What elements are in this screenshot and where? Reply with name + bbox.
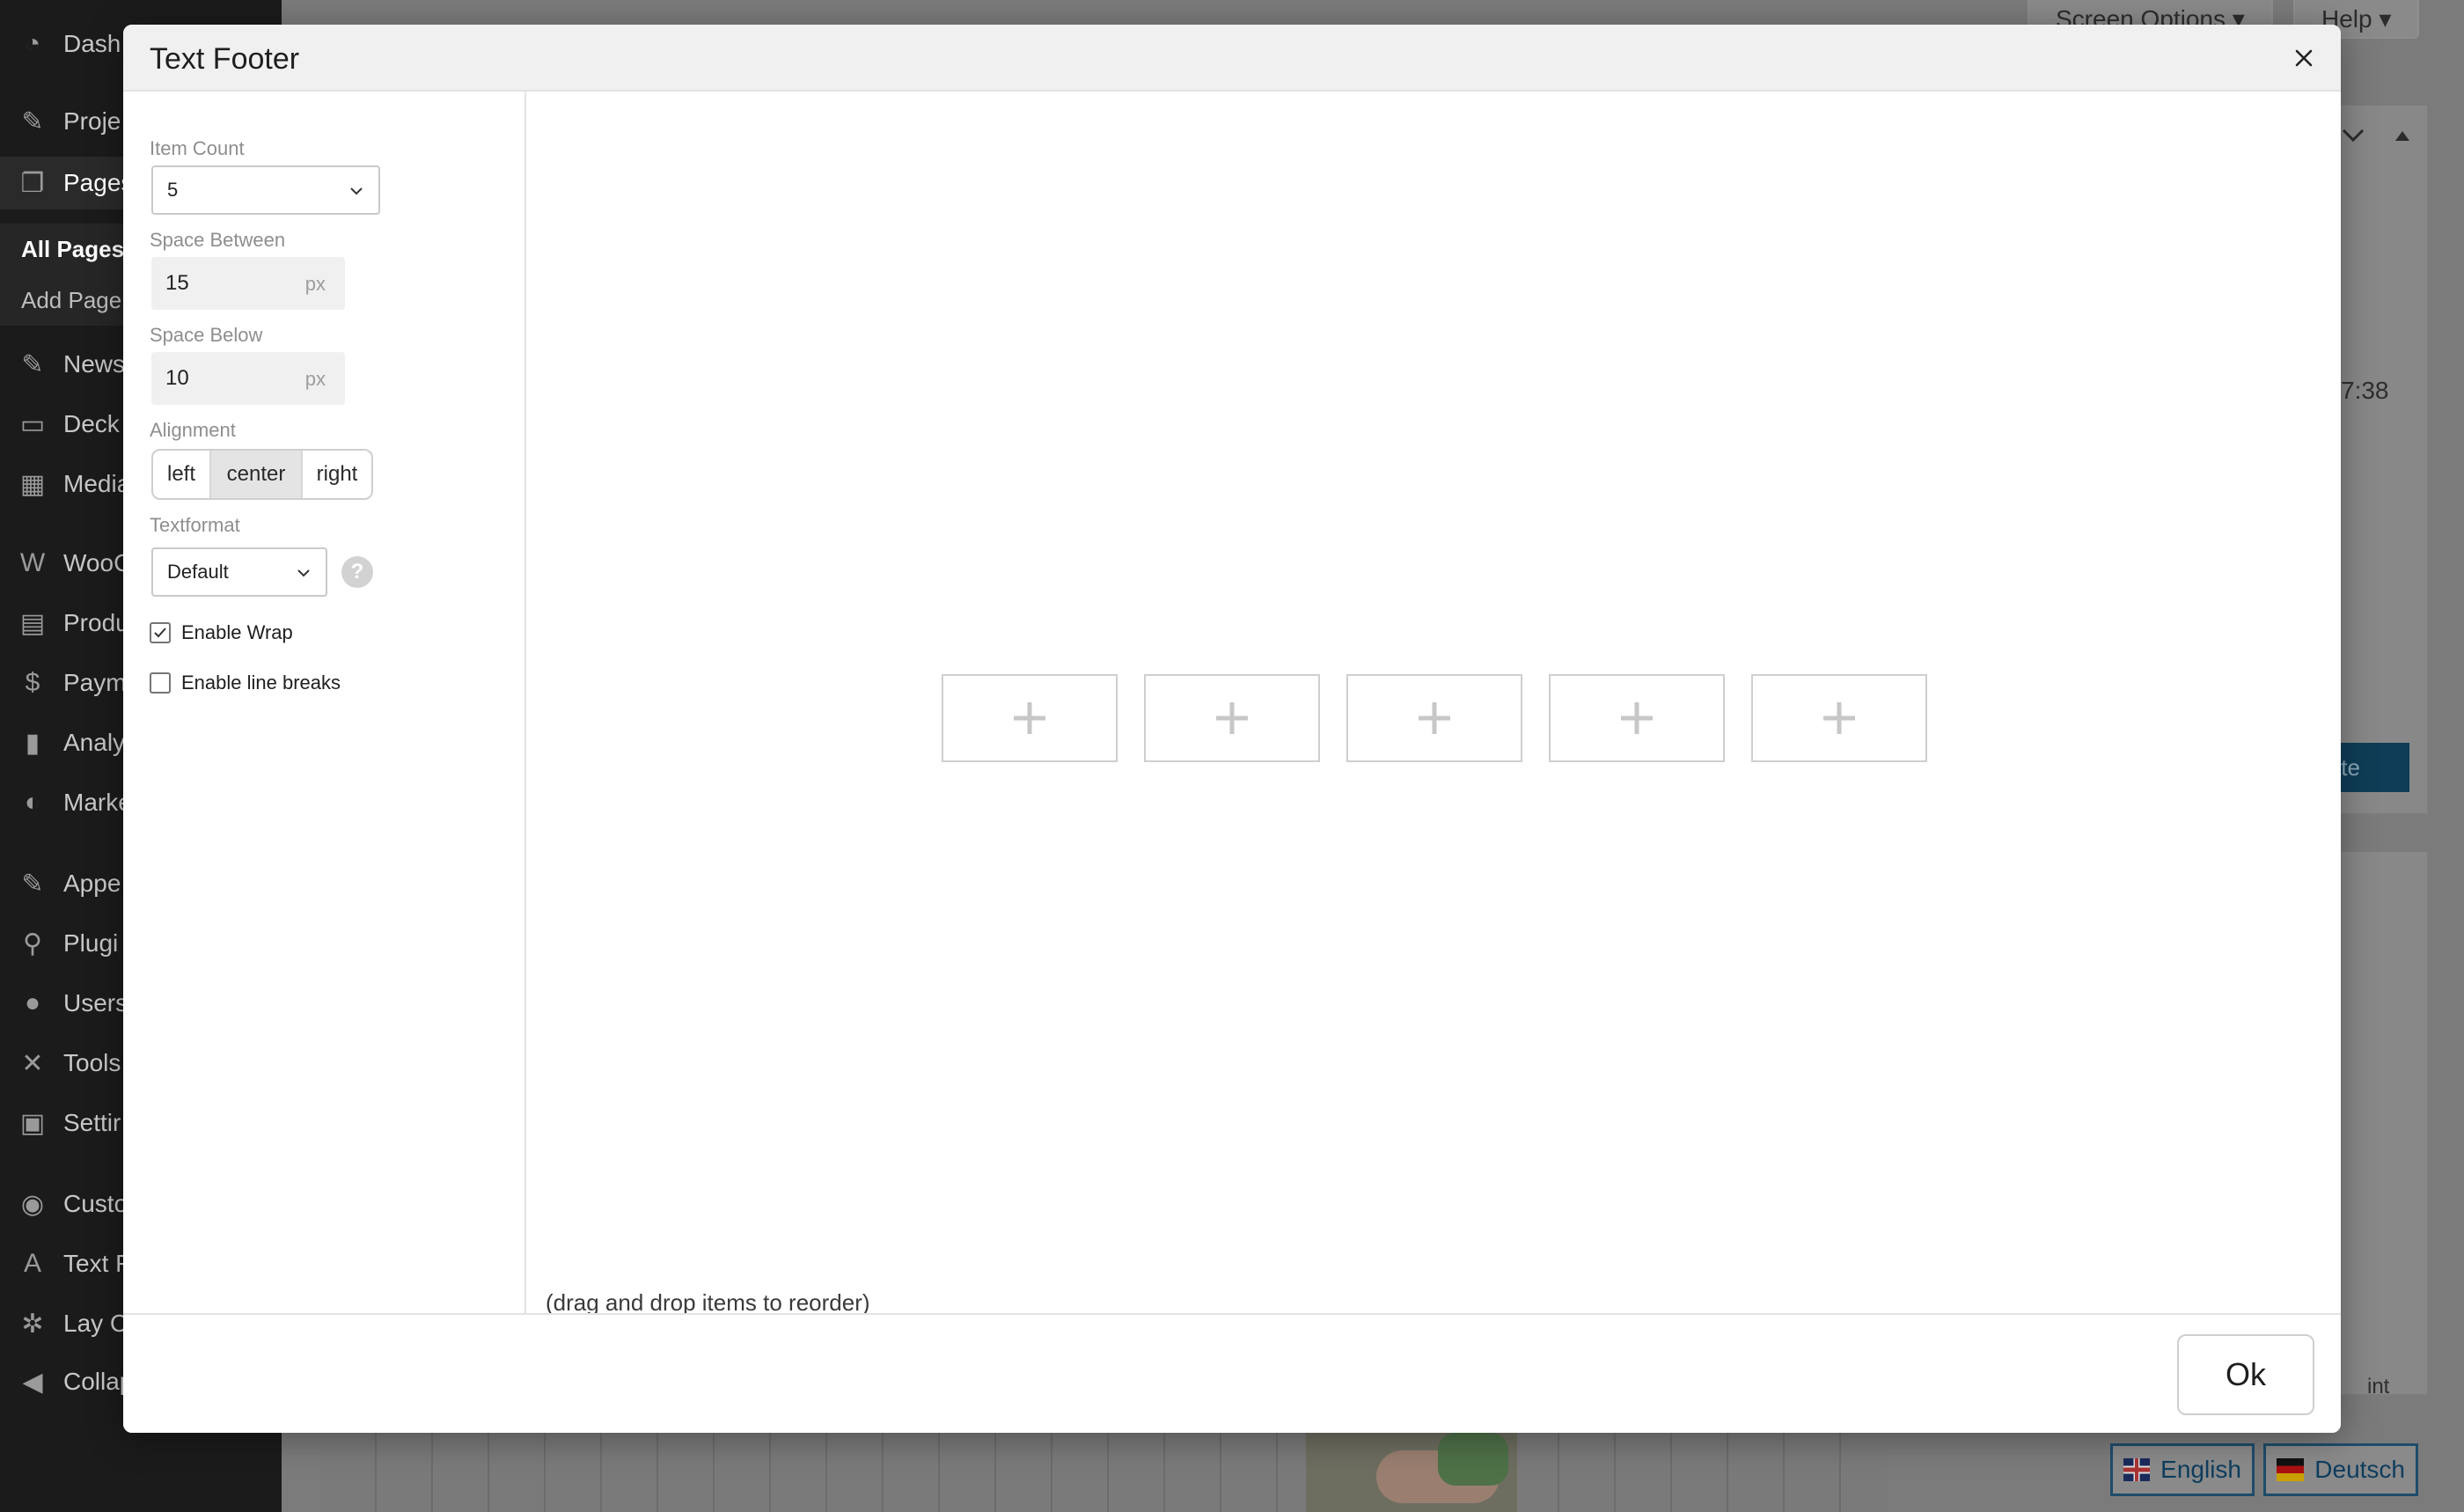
sidebar-item-label: Users [63, 989, 128, 1017]
panel-text: int [2367, 1375, 2390, 1398]
uk-flag-icon [2123, 1458, 2151, 1481]
align-left-button[interactable]: left [153, 451, 209, 498]
align-center-button[interactable]: center [209, 451, 301, 498]
add-item-slot[interactable] [1549, 674, 1725, 762]
woocommerce-icon: W [19, 548, 46, 577]
enable-wrap-label: Enable Wrap [181, 621, 293, 643]
add-item-slot[interactable] [1751, 674, 1927, 762]
sidebar-item-label: Custo [63, 1190, 128, 1217]
chevron-down-icon [297, 569, 310, 577]
analytics-icon: ▮ [25, 728, 40, 758]
photo-thumbnail [1306, 1424, 1517, 1512]
language-label: Deutsch [2314, 1456, 2405, 1483]
sidebar-item-label: Lay C [63, 1310, 128, 1337]
modal-header: Text Footer [123, 25, 2341, 92]
add-item-slot[interactable] [942, 674, 1118, 762]
sidebar-item-label: Media [63, 470, 131, 497]
products-icon: ▤ [19, 608, 46, 638]
eye-icon: ◉ [20, 1189, 45, 1219]
textformat-select[interactable]: Default [151, 547, 327, 597]
language-label: English [2160, 1456, 2241, 1483]
sidebar-item-label: News [63, 350, 126, 378]
space-between-label: Space Between [150, 229, 286, 251]
media-icon: ▦ [19, 469, 46, 499]
item-count-label: Item Count [150, 137, 245, 159]
news-icon: ✎ [21, 349, 44, 379]
marketing-icon: ◐ [24, 788, 41, 817]
pages-icon: ❐ [20, 168, 45, 198]
item-count-value: 5 [167, 179, 179, 201]
gear-icon: ✲ [21, 1309, 44, 1339]
item-count-select[interactable]: 5 [151, 165, 380, 215]
grid-preview [320, 1424, 1887, 1512]
items-canvas: (drag and drop items to reorder) [528, 92, 2341, 1316]
sidebar-item-label: Tools [63, 1049, 121, 1076]
users-icon: ● [24, 988, 41, 1017]
plus-icon [1621, 702, 1653, 734]
modal-title: Text Footer [150, 42, 300, 76]
align-right-button[interactable]: right [301, 451, 371, 498]
enable-line-breaks-label: Enable line breaks [181, 672, 341, 694]
plus-icon [1419, 702, 1450, 734]
close-icon [2295, 49, 2313, 67]
sidebar-item-label: Deck [63, 410, 120, 437]
deck-icon: ▭ [19, 409, 46, 439]
space-below-label: Space Below [150, 324, 263, 346]
sidebar-item-label: Analy [63, 729, 126, 756]
add-item-slot[interactable] [1144, 674, 1320, 762]
space-between-value: 15 [165, 271, 189, 295]
text-icon: A [23, 1249, 41, 1278]
appearance-icon: ✎ [21, 869, 44, 899]
tools-icon: ✕ [21, 1048, 44, 1078]
sidebar-item-label: Appe [63, 870, 121, 897]
plugins-icon: ⚲ [23, 928, 42, 958]
checkmark-icon [154, 628, 166, 638]
sidebar-item-label: Proje [63, 107, 121, 135]
enable-line-breaks-option[interactable]: Enable line breaks [150, 670, 341, 696]
sidebar-item-label: Settir [63, 1109, 121, 1136]
sidebar-item-label: Marke [63, 789, 132, 816]
enable-wrap-option[interactable]: Enable Wrap [150, 620, 293, 646]
enable-wrap-checkbox[interactable] [150, 622, 171, 643]
help-icon[interactable]: ? [341, 556, 373, 588]
sidebar-item-label: WooC [63, 549, 132, 576]
alignment-label: Alignment [150, 419, 236, 441]
enable-line-breaks-checkbox[interactable] [150, 672, 171, 694]
textformat-label: Textformat [150, 514, 240, 536]
unit-label: px [304, 273, 326, 295]
collapse-icon: ◀ [22, 1367, 43, 1397]
language-german-button[interactable]: Deutsch [2263, 1443, 2418, 1496]
plus-icon [1823, 702, 1855, 734]
space-below-value: 10 [165, 366, 189, 390]
textformat-value: Default [167, 561, 229, 583]
arrow-up-icon[interactable] [2394, 128, 2411, 143]
close-button[interactable] [2283, 37, 2325, 79]
chevron-down-icon[interactable] [2341, 127, 2365, 144]
settings-panel: Item Count 5 Space Between 15 px Space B… [123, 92, 526, 1313]
sidebar-item-label: Text F [63, 1250, 131, 1277]
plus-icon [1216, 702, 1248, 734]
item-slots [942, 674, 1927, 762]
de-flag-icon [2277, 1458, 2305, 1481]
sidebar-item-label: Paym [63, 669, 127, 696]
alignment-toggle-group: left center right [151, 449, 373, 500]
pin-icon: ✎ [21, 106, 44, 136]
language-english-button[interactable]: English [2110, 1443, 2255, 1496]
sidebar-item-label: Produ [63, 609, 129, 636]
text-footer-modal: Text Footer Item Count 5 Space Between 1… [123, 25, 2341, 1433]
space-between-input[interactable]: 15 px [151, 257, 345, 310]
settings-icon: ▣ [19, 1108, 46, 1138]
space-below-input[interactable]: 10 px [151, 352, 345, 405]
unit-label: px [304, 368, 326, 390]
publish-time: 7:38 [2341, 377, 2389, 404]
modal-footer: Ok [123, 1313, 2341, 1433]
add-item-slot[interactable] [1346, 674, 1522, 762]
dashboard-icon: ◔ [24, 29, 41, 58]
chevron-down-icon [350, 187, 363, 195]
sidebar-item-label: Plugi [63, 929, 119, 957]
plus-icon [1014, 702, 1045, 734]
sidebar-item-label: Dash [63, 30, 121, 57]
ok-button[interactable]: Ok [2177, 1334, 2314, 1415]
payments-icon: $ [25, 668, 40, 697]
